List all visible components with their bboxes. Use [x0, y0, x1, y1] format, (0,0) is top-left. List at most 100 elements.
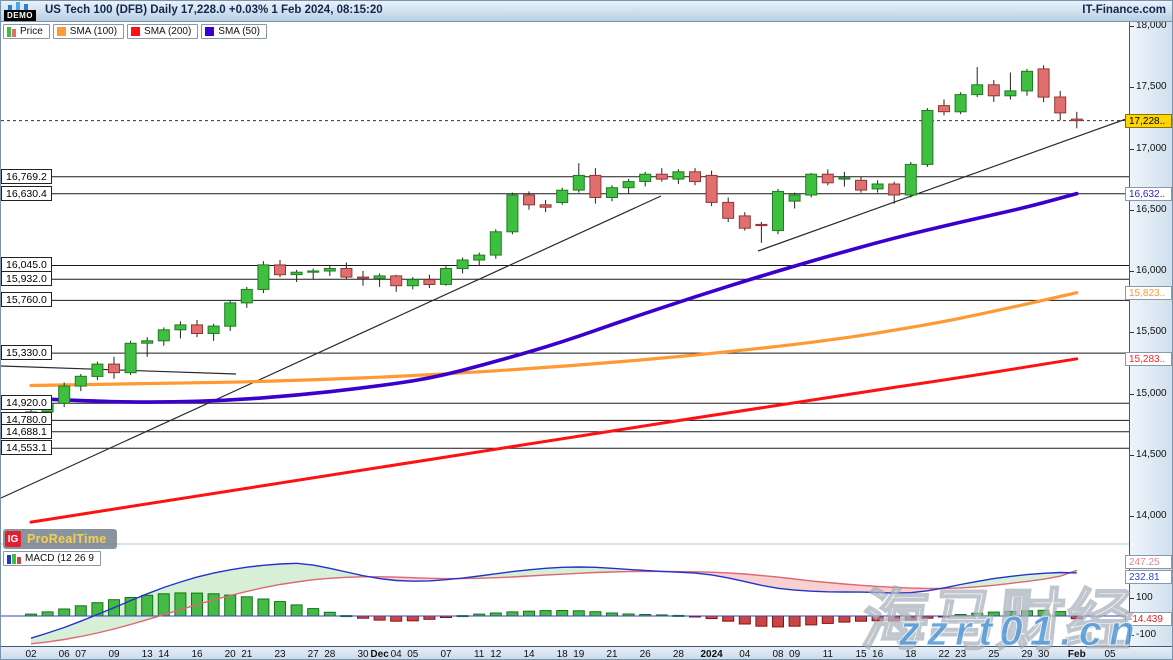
- candle[interactable]: [673, 172, 684, 179]
- time-axis-label: 11: [474, 649, 484, 660]
- candle[interactable]: [291, 272, 302, 274]
- level-label[interactable]: 16,630.4: [1, 186, 52, 201]
- trend-line[interactable]: [1, 196, 661, 498]
- candle[interactable]: [241, 289, 252, 303]
- candle[interactable]: [175, 325, 186, 330]
- candle[interactable]: [690, 172, 701, 182]
- time-axis-label: 27: [308, 649, 319, 660]
- candle[interactable]: [1055, 97, 1066, 113]
- time-axis[interactable]: 02060709131416202123272830Dec04050711121…: [1, 646, 1173, 660]
- macd-histogram-bar: [889, 616, 900, 621]
- candle[interactable]: [374, 276, 385, 279]
- sma100-line[interactable]: [31, 293, 1077, 386]
- candle[interactable]: [142, 341, 153, 343]
- legend-sma50[interactable]: SMA (50): [201, 24, 267, 39]
- candle[interactable]: [590, 175, 601, 197]
- candle[interactable]: [125, 343, 136, 372]
- candle[interactable]: [225, 303, 236, 326]
- candle[interactable]: [723, 202, 734, 218]
- macd-histogram-bar: [175, 593, 186, 616]
- candle[interactable]: [839, 178, 850, 179]
- candle[interactable]: [623, 182, 634, 188]
- chart-canvas[interactable]: [1, 1, 1173, 660]
- level-label[interactable]: 15,760.0: [1, 292, 52, 307]
- time-axis-label: 22: [938, 649, 949, 660]
- candle[interactable]: [158, 330, 169, 341]
- candle[interactable]: [822, 174, 833, 183]
- macd-label: MACD (12 26 9: [25, 553, 94, 564]
- candle[interactable]: [939, 106, 950, 112]
- provider-link[interactable]: IT-Finance.com: [1082, 4, 1166, 16]
- candle[interactable]: [1071, 119, 1082, 121]
- candle[interactable]: [573, 175, 584, 190]
- legend-sma200[interactable]: SMA (200): [127, 24, 198, 39]
- candle[interactable]: [872, 184, 883, 189]
- candle[interactable]: [856, 180, 867, 190]
- candle[interactable]: [391, 276, 402, 286]
- macd-histogram-bar: [374, 616, 385, 620]
- macd-histogram-bar: [573, 611, 584, 616]
- candle[interactable]: [656, 174, 667, 179]
- demo-badge: DEMO: [4, 10, 36, 21]
- candle[interactable]: [922, 111, 933, 165]
- level-label[interactable]: 15,932.0: [1, 271, 52, 286]
- candle[interactable]: [889, 184, 900, 195]
- macd-histogram-bar: [42, 612, 53, 616]
- candle[interactable]: [988, 85, 999, 96]
- candle[interactable]: [75, 376, 86, 386]
- candle[interactable]: [739, 216, 750, 228]
- candle[interactable]: [1005, 91, 1016, 96]
- candle[interactable]: [806, 174, 817, 195]
- candle[interactable]: [407, 280, 418, 286]
- candle[interactable]: [955, 95, 966, 112]
- candle[interactable]: [275, 265, 286, 275]
- time-axis-label: 07: [440, 649, 451, 660]
- candle[interactable]: [474, 255, 485, 260]
- level-label[interactable]: 16,045.0: [1, 257, 52, 272]
- time-axis-label: 14: [158, 649, 169, 660]
- candle[interactable]: [424, 280, 435, 285]
- candle[interactable]: [457, 260, 468, 269]
- candle[interactable]: [507, 195, 518, 232]
- time-axis-label: 13: [142, 649, 153, 660]
- time-axis-label: 12: [490, 649, 501, 660]
- macd-indicator-chip[interactable]: MACD (12 26 9: [3, 551, 101, 566]
- candle[interactable]: [109, 364, 120, 373]
- legend-price[interactable]: Price: [3, 24, 50, 39]
- candle[interactable]: [192, 325, 203, 334]
- candle[interactable]: [490, 232, 501, 255]
- candle[interactable]: [789, 195, 800, 201]
- candle[interactable]: [1022, 71, 1033, 91]
- candle[interactable]: [756, 224, 767, 225]
- macd-icon: [7, 553, 21, 564]
- candle[interactable]: [92, 364, 103, 376]
- level-label[interactable]: 14,688.1: [1, 424, 52, 439]
- legend-sma100[interactable]: SMA (100): [53, 24, 124, 39]
- candle[interactable]: [640, 174, 651, 181]
- candle[interactable]: [540, 205, 551, 207]
- candle[interactable]: [607, 188, 618, 198]
- macd-histogram-bar: [507, 612, 518, 616]
- candle[interactable]: [972, 85, 983, 95]
- level-label[interactable]: 16,769.2: [1, 169, 52, 184]
- candle[interactable]: [557, 190, 568, 202]
- level-label[interactable]: 15,330.0: [1, 345, 52, 360]
- candle[interactable]: [341, 269, 352, 278]
- candle[interactable]: [258, 265, 269, 290]
- candle[interactable]: [324, 269, 335, 272]
- candle[interactable]: [59, 386, 70, 403]
- macd-value-tag: -14.439: [1125, 612, 1172, 626]
- level-label[interactable]: 14,920.0: [1, 395, 52, 410]
- candle[interactable]: [208, 326, 219, 333]
- candle[interactable]: [1038, 69, 1049, 97]
- candle[interactable]: [706, 175, 717, 202]
- level-label[interactable]: 14,553.1: [1, 440, 52, 455]
- candle[interactable]: [905, 164, 916, 195]
- sma50-line[interactable]: [31, 194, 1077, 402]
- price-axis-tick: 16,500: [1136, 204, 1167, 215]
- candle[interactable]: [308, 271, 319, 272]
- candle[interactable]: [773, 191, 784, 230]
- candle[interactable]: [524, 195, 535, 205]
- candle[interactable]: [358, 277, 369, 278]
- candle[interactable]: [441, 269, 452, 285]
